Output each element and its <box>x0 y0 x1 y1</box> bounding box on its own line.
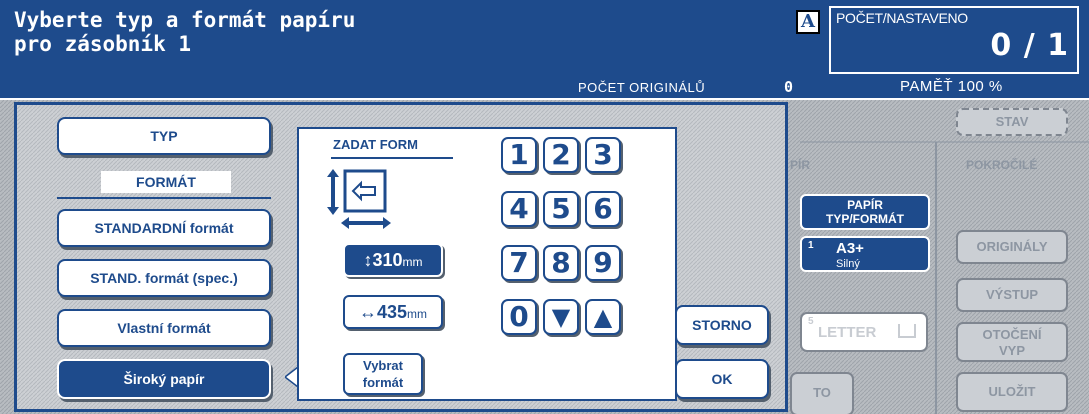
status-button[interactable]: STAV <box>956 108 1068 136</box>
tray-size: A3+ <box>836 240 864 257</box>
type-button[interactable]: TYP <box>57 117 271 155</box>
paper-type-format-button[interactable]: PAPÍR TYP/FORMÁT <box>800 194 930 230</box>
format-label: FORMÁT <box>101 171 231 193</box>
originals-button[interactable]: ORIGINÁLY <box>956 230 1068 264</box>
select-format-button[interactable]: Vybrat formát <box>343 353 423 395</box>
key-8[interactable]: 8 <box>543 245 579 281</box>
tray-1-button[interactable]: 1 A3+ Silný <box>800 236 930 272</box>
letter-number: 5 <box>808 316 814 327</box>
key-down-arrow[interactable]: ▼ <box>543 299 579 335</box>
save-button[interactable]: ULOŽIT <box>956 372 1068 412</box>
key-up-arrow[interactable]: ▲ <box>585 299 621 335</box>
copier-screen: Vyberte typ a formát papíru pro zásobník… <box>0 0 1089 414</box>
instruction-title: Vyberte typ a formát papíru pro zásobník… <box>14 8 356 56</box>
key-6[interactable]: 6 <box>585 191 621 227</box>
standard-format-special-button[interactable]: STAND. formát (spec.) <box>57 259 271 297</box>
height-value: 310 <box>372 250 403 270</box>
paper-format-dialog: TYP FORMÁT STANDARDNÍ formát STAND. form… <box>14 102 788 412</box>
key-3[interactable]: 3 <box>585 137 621 173</box>
originals-label: POČET ORIGINÁLŮ <box>578 80 706 95</box>
key-0[interactable]: 0 <box>501 299 537 335</box>
tray-icon <box>898 324 916 338</box>
width-arrow-icon: ↔ <box>358 302 377 322</box>
format-divider <box>57 197 271 199</box>
output-button[interactable]: VÝSTUP <box>956 278 1068 312</box>
mode-a-icon: A <box>796 10 820 34</box>
count-label: POČET/NASTAVENO <box>836 10 968 26</box>
enter-format-title: ZADAT FORM <box>333 137 418 152</box>
tab-advanced[interactable]: POKROČILÉ <box>966 158 1037 172</box>
letter-tray-button[interactable]: 5 LETTER <box>800 312 928 352</box>
ok-button[interactable]: OK <box>675 359 769 399</box>
key-1[interactable]: 1 <box>501 137 537 173</box>
key-2[interactable]: 2 <box>543 137 579 173</box>
format-keypad-panel: ZADAT FORM ↕310mm ↔435mm Vybrat formát 1… <box>297 127 677 401</box>
letter-label: LETTER <box>818 324 877 341</box>
width-dimension-button[interactable]: ↔435mm <box>343 295 443 329</box>
width-unit: mm <box>407 307 428 321</box>
height-unit: mm <box>402 255 423 269</box>
width-value: 435 <box>376 302 408 322</box>
standard-format-button[interactable]: STANDARDNÍ formát <box>57 209 271 247</box>
count-display: POČET/NASTAVENO 0 / 1 <box>829 6 1079 74</box>
tray-number: 1 <box>808 240 814 251</box>
select-format-label: Vybrat formát <box>362 358 404 390</box>
custom-format-button[interactable]: Vlastní formát <box>57 309 271 347</box>
originals-value: 0 <box>784 78 794 96</box>
auto-button[interactable]: TO <box>790 372 854 414</box>
count-value: 0 / 1 <box>990 28 1069 63</box>
key-9[interactable]: 9 <box>585 245 621 281</box>
tab-paper[interactable]: PÍR <box>790 158 810 172</box>
height-dimension-button[interactable]: ↕310mm <box>343 243 443 277</box>
memory-status: PAMĚŤ 100 % <box>900 78 1003 95</box>
rotation-button[interactable]: OTOČENÍ VYP <box>956 322 1068 362</box>
paper-dimension-icon <box>327 169 391 229</box>
key-4[interactable]: 4 <box>501 191 537 227</box>
title-underline <box>331 157 453 159</box>
wide-paper-button[interactable]: Široký papír <box>57 359 271 399</box>
key-5[interactable]: 5 <box>543 191 579 227</box>
key-7[interactable]: 7 <box>501 245 537 281</box>
cancel-button[interactable]: STORNO <box>675 305 769 345</box>
tray-type: Silný <box>836 258 860 270</box>
